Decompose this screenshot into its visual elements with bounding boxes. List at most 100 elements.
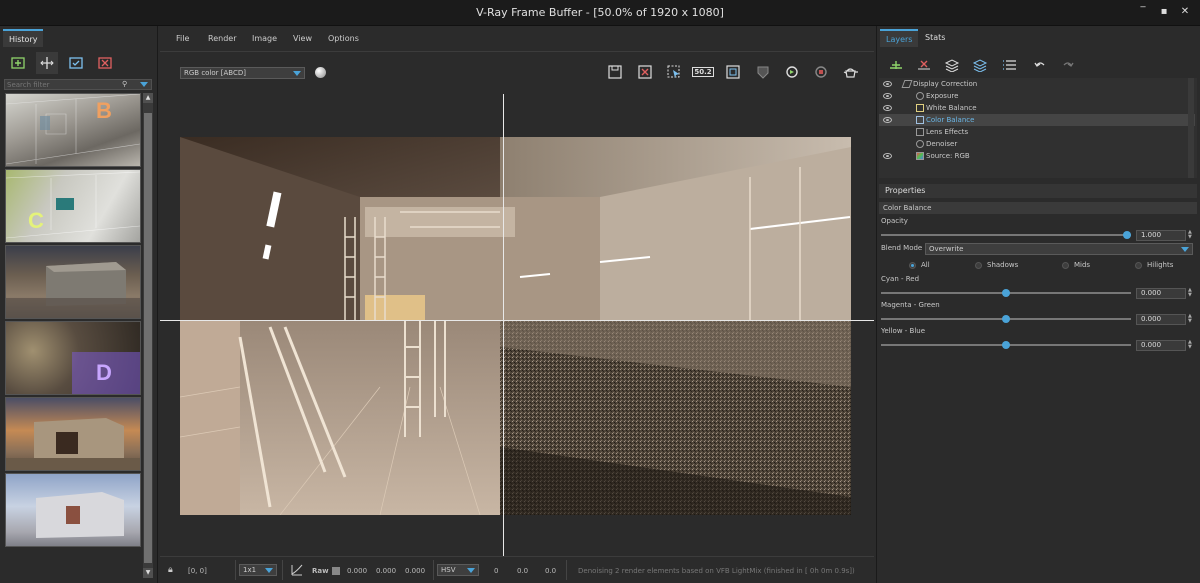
visibility-eye-icon[interactable] — [883, 153, 892, 159]
history-thumb[interactable] — [5, 245, 141, 319]
status-message: Denoising 2 render elements based on VFB… — [578, 567, 855, 575]
color-mode-select[interactable]: HSV — [437, 564, 479, 576]
layer-item-selected[interactable]: Color Balance — [879, 114, 1195, 126]
scrollbar-thumb[interactable] — [144, 113, 152, 563]
menu-image[interactable]: Image — [252, 34, 277, 43]
menu-options[interactable]: Options — [328, 34, 359, 43]
spinner-arrows-icon[interactable]: ▲ ▼ — [1188, 314, 1194, 325]
undo-icon[interactable] — [1029, 54, 1051, 76]
delete-layer-icon[interactable] — [913, 54, 935, 76]
tab-stats[interactable]: Stats — [919, 29, 951, 47]
radio-hilights[interactable]: Hilights — [1135, 261, 1173, 269]
delete-history-icon[interactable] — [94, 52, 116, 74]
layer-item[interactable]: Display Correction — [879, 78, 1195, 90]
region-render-icon[interactable] — [722, 62, 744, 82]
tab-layers[interactable]: Layers — [880, 29, 919, 47]
spinner-arrows-icon[interactable]: ▲ ▼ — [1188, 340, 1194, 351]
stop-render-icon[interactable] — [810, 62, 832, 82]
history-thumb[interactable]: D — [5, 321, 141, 395]
track-mouse-icon[interactable] — [663, 62, 685, 82]
radio-dot[interactable] — [975, 262, 982, 269]
load-from-history-icon[interactable] — [65, 52, 87, 74]
history-search[interactable]: ⚲ — [4, 79, 152, 90]
slider-knob[interactable] — [1123, 231, 1131, 239]
visibility-eye-icon[interactable] — [883, 93, 892, 99]
blend-mode-select[interactable]: Overwrite — [925, 243, 1193, 255]
zoom-select[interactable]: 1x1 — [239, 564, 277, 576]
history-scrollbar[interactable]: ▲ ▼ — [143, 93, 153, 578]
layer-item[interactable]: Source: RGB — [879, 150, 1195, 162]
lock-icon[interactable]: 🔒︎ — [168, 565, 173, 575]
radio-mids[interactable]: Mids — [1062, 261, 1090, 269]
exposure-icon — [916, 92, 924, 100]
yellow-blue-value[interactable]: 0.000 — [1136, 340, 1186, 351]
scroll-up-icon[interactable]: ▲ — [143, 93, 153, 103]
history-thumb[interactable]: B — [5, 93, 141, 167]
shield-icon[interactable] — [752, 62, 774, 82]
history-thumb[interactable] — [5, 397, 141, 471]
tab-history[interactable]: History — [3, 29, 44, 47]
visibility-eye-icon[interactable] — [883, 105, 892, 111]
render-interactive-icon[interactable] — [781, 62, 803, 82]
channel-select[interactable]: RGB color [ABCD] — [180, 67, 305, 79]
history-thumb[interactable]: C — [5, 169, 141, 243]
magenta-green-slider[interactable] — [881, 315, 1131, 323]
ab-compare-vertical-line[interactable] — [503, 94, 504, 556]
white-balance-icon — [916, 104, 924, 112]
layer-item[interactable]: Denoiser — [879, 138, 1195, 150]
spinner-arrows-icon[interactable]: ▲ ▼ — [1188, 288, 1194, 299]
layer-item[interactable]: White Balance — [879, 102, 1195, 114]
thumb-label: D — [96, 360, 112, 385]
opacity-value[interactable]: 1.000 — [1136, 230, 1186, 241]
visibility-eye-icon[interactable] — [883, 117, 892, 123]
spinner-arrows-icon[interactable]: ▲ ▼ — [1188, 230, 1194, 241]
cyan-red-slider[interactable] — [881, 289, 1131, 297]
scroll-down-icon[interactable]: ▼ — [143, 568, 153, 578]
search-input[interactable] — [5, 80, 115, 90]
menu-view[interactable]: View — [293, 34, 312, 43]
chevron-down-icon[interactable] — [140, 82, 148, 87]
search-icon[interactable]: ⚲ — [122, 80, 127, 88]
add-layer-icon[interactable] — [885, 54, 907, 76]
layer-tree: Display Correction Exposure White Balanc… — [879, 78, 1197, 178]
layer-name: Lens Effects — [926, 128, 969, 136]
clear-image-icon[interactable] — [634, 62, 656, 82]
layer-list-icon[interactable] — [999, 54, 1021, 76]
opacity-slider[interactable] — [881, 231, 1131, 239]
color-picker-icon[interactable] — [315, 67, 326, 78]
slider-knob[interactable] — [1002, 315, 1010, 323]
radio-dot[interactable] — [909, 262, 916, 269]
minimize-button[interactable]: ‾ — [1136, 5, 1150, 19]
cyan-red-value[interactable]: 0.000 — [1136, 288, 1186, 299]
render-teapot-icon[interactable] — [840, 62, 862, 82]
test-resolution-button[interactable]: 50.2 — [692, 62, 714, 82]
close-button[interactable]: ✕ — [1178, 5, 1192, 19]
redo-icon[interactable] — [1057, 54, 1079, 76]
magenta-green-value[interactable]: 0.000 — [1136, 314, 1186, 325]
layer-item[interactable]: Exposure — [879, 90, 1195, 102]
slider-knob[interactable] — [1002, 289, 1010, 297]
render-image[interactable] — [180, 137, 851, 515]
maximize-button[interactable]: ▪ — [1157, 5, 1171, 19]
ab-compare-horizontal-line[interactable] — [160, 320, 874, 321]
yellow-blue-slider[interactable] — [881, 341, 1131, 349]
ab-compare-icon[interactable] — [36, 52, 58, 74]
layer-item[interactable]: Lens Effects — [879, 126, 1195, 138]
chevron-down-icon — [293, 71, 301, 76]
history-thumb[interactable] — [5, 473, 141, 547]
save-image-icon[interactable] — [604, 62, 626, 82]
layer-scrollbar[interactable] — [1188, 78, 1194, 178]
radio-all[interactable]: All — [909, 261, 930, 269]
menu-file[interactable]: File — [176, 34, 189, 43]
slider-knob[interactable] — [1002, 341, 1010, 349]
save-layers-icon[interactable] — [941, 54, 963, 76]
radio-dot[interactable] — [1135, 262, 1142, 269]
save-to-history-icon[interactable] — [7, 52, 29, 74]
render-viewport[interactable] — [160, 94, 874, 556]
visibility-eye-icon[interactable] — [883, 81, 892, 87]
menu-render[interactable]: Render — [208, 34, 236, 43]
load-layers-icon[interactable] — [969, 54, 991, 76]
curve-icon[interactable] — [290, 563, 304, 577]
radio-shadows[interactable]: Shadows — [975, 261, 1018, 269]
radio-dot[interactable] — [1062, 262, 1069, 269]
